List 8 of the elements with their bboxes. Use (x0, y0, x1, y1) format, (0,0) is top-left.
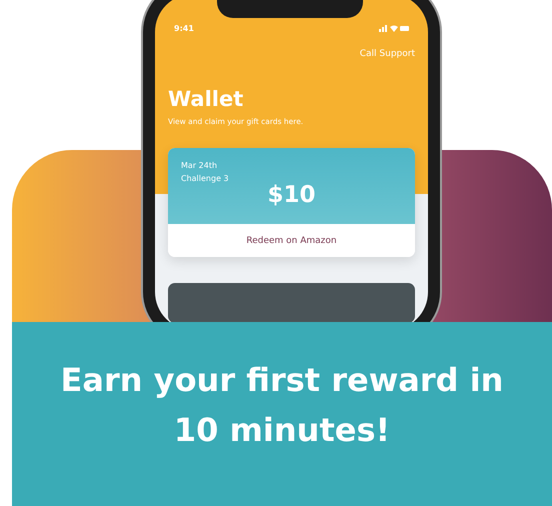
card-challenge: Challenge 3 (181, 173, 230, 185)
card-date: Mar 24th (181, 160, 218, 172)
wallet-title: Wallet (168, 87, 244, 111)
card-amount: $10 (266, 182, 316, 208)
redeem-button[interactable]: Redeem on Amazon (168, 224, 415, 257)
banner-headline: Earn your first reward in 10 minutes! (60, 360, 504, 451)
status-icons (379, 24, 409, 32)
status-time: 9:41 (174, 24, 194, 32)
